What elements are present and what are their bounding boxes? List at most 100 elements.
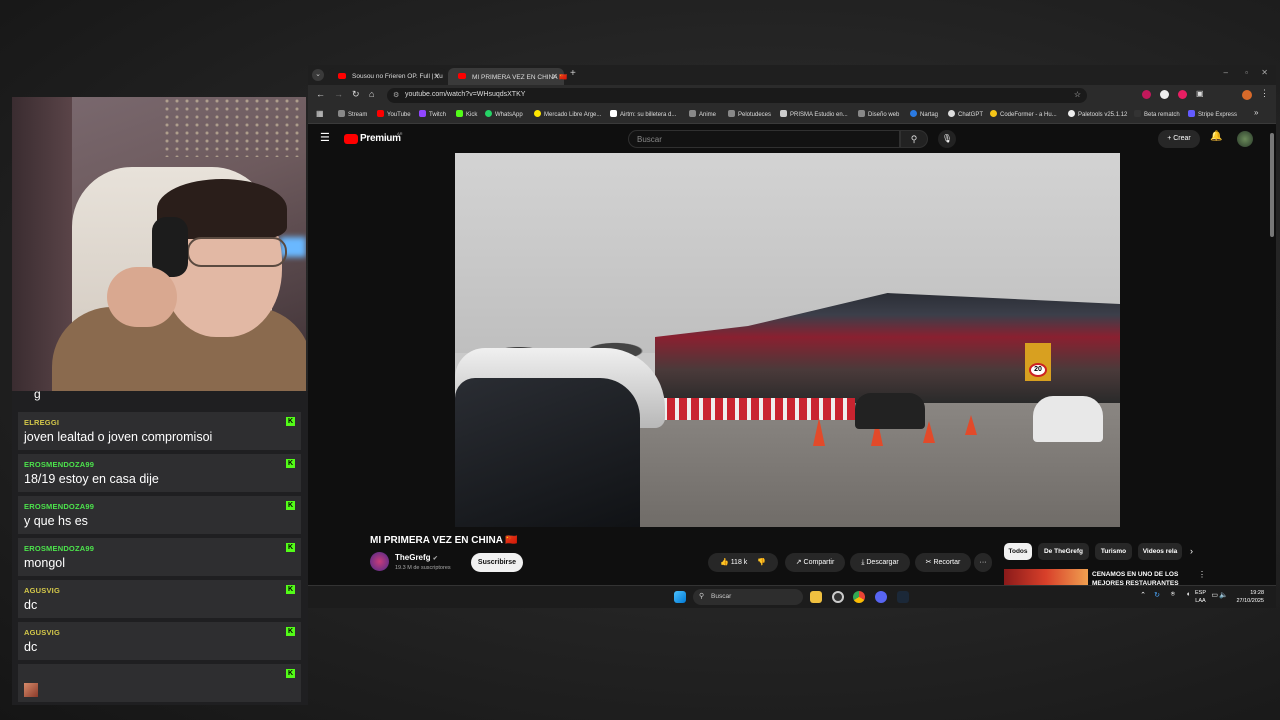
- subscriber-count: 19.3 M de suscriptores: [395, 565, 451, 571]
- user-avatar[interactable]: [1237, 131, 1253, 147]
- bookmark-codeformer[interactable]: CodeFormer - a Hu...: [990, 110, 1057, 118]
- minimize-icon[interactable]: –: [1224, 68, 1228, 77]
- bookmark-diseno-web[interactable]: Diseño web: [858, 110, 899, 118]
- bookmark-star-icon[interactable]: ☆: [1074, 90, 1081, 99]
- windows-start-icon[interactable]: [674, 591, 686, 603]
- youtube-logo-icon[interactable]: [344, 134, 358, 144]
- steam-icon[interactable]: [897, 591, 909, 603]
- bookmark-pelotudeces[interactable]: Pelotudeces: [728, 110, 771, 118]
- bookmark-stream[interactable]: Stream: [338, 110, 367, 118]
- bookmark-prisma[interactable]: PRISMA Estudio en...: [780, 110, 848, 118]
- chip-all[interactable]: Todos: [1004, 543, 1032, 560]
- page-scrollbar[interactable]: [1270, 133, 1274, 237]
- chat-username: EROSMENDOZA99: [24, 502, 95, 511]
- forward-icon[interactable]: →: [334, 89, 343, 99]
- bookmark-stripe[interactable]: Stripe Express: [1188, 110, 1237, 118]
- channel-name[interactable]: TheGrefg ✔: [395, 553, 438, 562]
- chrome-icon[interactable]: [853, 591, 865, 603]
- recommended-menu-icon[interactable]: ⋮: [1198, 570, 1206, 579]
- share-button[interactable]: ↗ Compartir: [785, 553, 845, 572]
- tab-search-icon[interactable]: ⌄: [312, 69, 324, 81]
- new-tab-button[interactable]: +: [570, 68, 576, 79]
- kick-badge-icon: K: [286, 501, 295, 510]
- clip-button[interactable]: ✂ Recortar: [915, 553, 971, 572]
- thumbs-down-icon[interactable]: 👎: [757, 559, 766, 566]
- chat-text: mongol: [24, 556, 65, 570]
- more-bookmarks-icon[interactable]: »: [1254, 108, 1258, 117]
- youtube-premium-logo[interactable]: Premium: [360, 133, 401, 144]
- site-info-icon[interactable]: ⚙: [393, 91, 399, 99]
- app-icon[interactable]: [832, 591, 844, 603]
- bookmark-kick[interactable]: Kick: [456, 110, 477, 118]
- channel-avatar[interactable]: [370, 552, 389, 571]
- thumbs-up-icon[interactable]: 👍: [720, 559, 729, 566]
- file-explorer-icon[interactable]: [810, 591, 822, 603]
- close-window-icon[interactable]: ✕: [1261, 68, 1268, 77]
- input-language[interactable]: ESP LAA: [1195, 589, 1206, 605]
- tray-overflow-icon[interactable]: ⌃: [1140, 591, 1146, 599]
- discord-icon[interactable]: [875, 591, 887, 603]
- chat-text: dc: [24, 640, 38, 654]
- browser-menu-icon[interactable]: ⋮: [1260, 88, 1269, 99]
- twitch-icon: [419, 110, 426, 117]
- bookmark-nartag[interactable]: Nartag: [910, 110, 938, 118]
- browser-toolbar: ← → ↻ ⌂ ⚙ youtube.com/watch?v=WHsuqdsXTK…: [308, 85, 1276, 105]
- bookmark-paletools[interactable]: Paletools v25.1.12: [1068, 110, 1127, 118]
- speed-limit-sign: 20: [1025, 343, 1051, 381]
- download-button[interactable]: ⤓ Descargar: [850, 553, 910, 572]
- chat-text: 18/19 estoy en casa dije: [24, 472, 159, 486]
- tab-frieren[interactable]: Sousou no Frieren OP. Full | Yu ✕: [328, 68, 446, 85]
- bookmark-beta-rematch[interactable]: Beta rematch: [1134, 110, 1180, 118]
- chip-related[interactable]: Videos rela: [1138, 543, 1182, 560]
- home-icon[interactable]: ⌂: [369, 89, 374, 99]
- tray-app-icon[interactable]: ↻: [1154, 591, 1160, 599]
- like-dislike-group[interactable]: 👍 118 k 👎: [708, 553, 778, 572]
- folder-icon: [858, 110, 865, 117]
- tab-active-video[interactable]: MI PRIMERA VEZ EN CHINA 🇨🇳 ✕: [448, 68, 567, 85]
- profile-avatar[interactable]: [1242, 90, 1252, 100]
- search-button[interactable]: ⚲: [900, 130, 928, 148]
- address-bar[interactable]: ⚙ youtube.com/watch?v=WHsuqdsXTKY ☆: [387, 88, 1087, 103]
- close-tab-icon[interactable]: ✕: [433, 72, 440, 81]
- back-icon[interactable]: ←: [316, 89, 325, 99]
- youtube-favicon-icon: [458, 73, 466, 79]
- chat-message: AGUSVIG dc K: [18, 580, 301, 618]
- reload-icon[interactable]: ↻: [352, 89, 360, 100]
- notifications-bell-icon[interactable]: 🔔: [1210, 131, 1222, 142]
- folder-icon: [338, 110, 345, 117]
- tray-app-icon[interactable]: ◐: [1187, 591, 1191, 598]
- create-button[interactable]: + Crear: [1158, 130, 1200, 148]
- download-icon: ⤓: [861, 559, 865, 566]
- chip-tourism[interactable]: Turismo: [1095, 543, 1132, 560]
- bookmark-mercadolibre[interactable]: Mercado Libre Arge...: [534, 110, 601, 118]
- subscribe-button[interactable]: Suscribirse: [471, 553, 523, 572]
- extensions-puzzle-icon[interactable]: ▣: [1196, 89, 1204, 98]
- prisma-icon: [780, 110, 787, 117]
- chip-from-channel[interactable]: De TheGrefg: [1038, 543, 1089, 560]
- bookmark-whatsapp[interactable]: WhatsApp: [485, 110, 523, 118]
- hamburger-menu-icon[interactable]: ☰: [320, 131, 330, 144]
- taskbar-search-input[interactable]: ⚲ Buscar: [693, 589, 803, 605]
- bookmark-youtube[interactable]: YouTube: [377, 110, 411, 118]
- extension-icon[interactable]: [1142, 90, 1151, 99]
- extension-icon[interactable]: [1178, 90, 1187, 99]
- bookmark-anime[interactable]: Anime: [689, 110, 716, 118]
- tab-bar: ⌄ Sousou no Frieren OP. Full | Yu ✕ MI P…: [308, 65, 1276, 85]
- more-actions-button[interactable]: ···: [974, 553, 992, 572]
- apps-grid-icon[interactable]: ▦: [316, 109, 324, 118]
- video-player[interactable]: 20: [455, 153, 1120, 527]
- maximize-icon[interactable]: ▫: [1245, 68, 1248, 77]
- volume-icon[interactable]: 🔈: [1219, 591, 1228, 599]
- bookmark-twitch[interactable]: Twitch: [419, 110, 446, 118]
- youtube-icon: [377, 110, 384, 117]
- youtube-search-input[interactable]: Buscar: [628, 130, 900, 148]
- tray-bluetooth-icon[interactable]: ⍟: [1171, 591, 1175, 599]
- chevron-right-icon[interactable]: ›: [1190, 546, 1193, 556]
- bookmark-airtm[interactable]: Airtm: su billetera d...: [610, 110, 676, 118]
- voice-search-button[interactable]: 🎙: [938, 130, 956, 148]
- bookmark-chatgpt[interactable]: ChatGPT: [948, 110, 983, 118]
- close-tab-icon[interactable]: ✕: [551, 72, 558, 81]
- network-icon[interactable]: ▭: [1211, 591, 1218, 599]
- clock[interactable]: 19:28 27/10/2025: [1236, 589, 1264, 605]
- extension-icon[interactable]: [1160, 90, 1169, 99]
